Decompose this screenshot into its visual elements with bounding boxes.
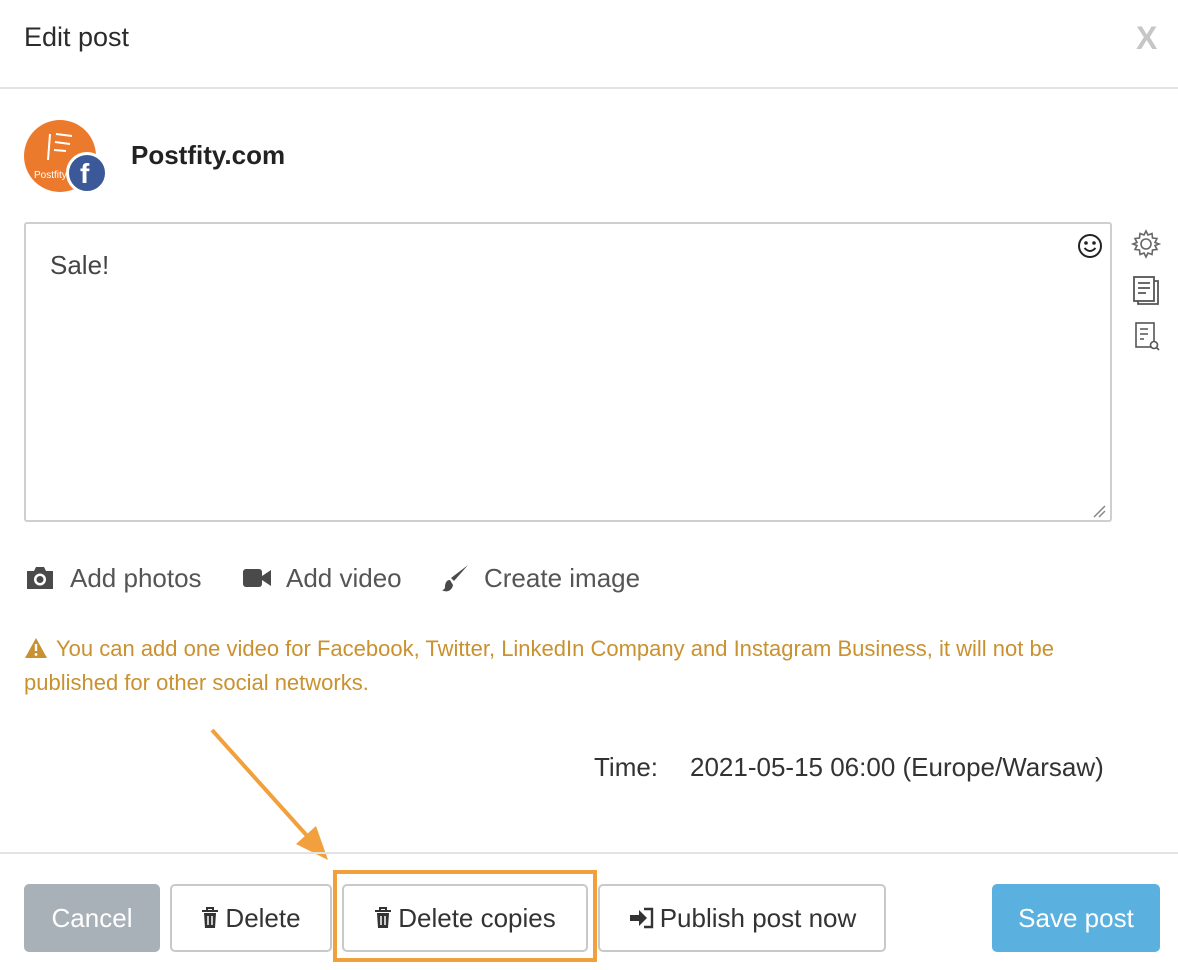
add-video-label: Add video [286,562,402,593]
post-text-editor[interactable]: Sale! [24,222,1112,522]
delete-button[interactable]: Delete [170,884,332,952]
footer-divider [0,852,1178,854]
dialog-title: Edit post [24,22,130,52]
trash-icon [201,907,219,929]
save-post-button[interactable]: Save post [992,884,1160,952]
camera-icon [27,567,53,589]
cancel-button[interactable]: Cancel [24,884,160,952]
add-photos-label: Add photos [70,562,202,593]
sign-in-arrow-icon [628,907,654,929]
cancel-label: Cancel [51,902,133,933]
schedule-time: Time: 2021-05-15 06:00 (Europe/Warsaw) [594,752,1104,783]
paint-brush-icon [442,565,468,592]
add-video-button[interactable]: Add video [242,558,402,598]
add-photos-button[interactable]: Add photos [24,558,202,598]
settings-gear-icon[interactable] [1130,228,1162,260]
time-value[interactable]: 2021-05-15 06:00 (Europe/Warsaw) [690,752,1104,783]
notes-document-icon[interactable] [1130,274,1162,306]
save-post-label: Save post [1018,902,1134,933]
avatar-brand-text: Postfity [34,170,67,181]
facebook-icon: f [66,152,108,194]
side-toolbar [1130,228,1162,366]
resize-grip-icon[interactable] [1092,504,1106,518]
video-camera-icon [243,569,271,587]
dialog-header: Edit post X [0,0,1178,89]
annotation-arrow-icon [210,728,328,860]
delete-label: Delete [225,902,301,933]
close-button[interactable]: X [1136,22,1157,54]
emoji-icon[interactable] [1076,232,1104,260]
time-label: Time: [594,752,659,782]
account-name: Postfity.com [131,140,286,170]
video-warning-message: You can add one video for Facebook, Twit… [24,632,1134,700]
publish-now-label: Publish post now [659,902,857,933]
warning-triangle-icon [25,638,47,658]
preview-document-icon[interactable] [1130,320,1162,352]
warning-text: You can add one video for Facebook, Twit… [24,636,1054,695]
post-text[interactable]: Sale! [50,250,109,281]
create-image-button[interactable]: Create image [440,558,640,598]
publish-now-button[interactable]: Publish post now [598,884,886,952]
create-image-label: Create image [484,562,641,593]
annotation-highlight-box [333,870,597,962]
